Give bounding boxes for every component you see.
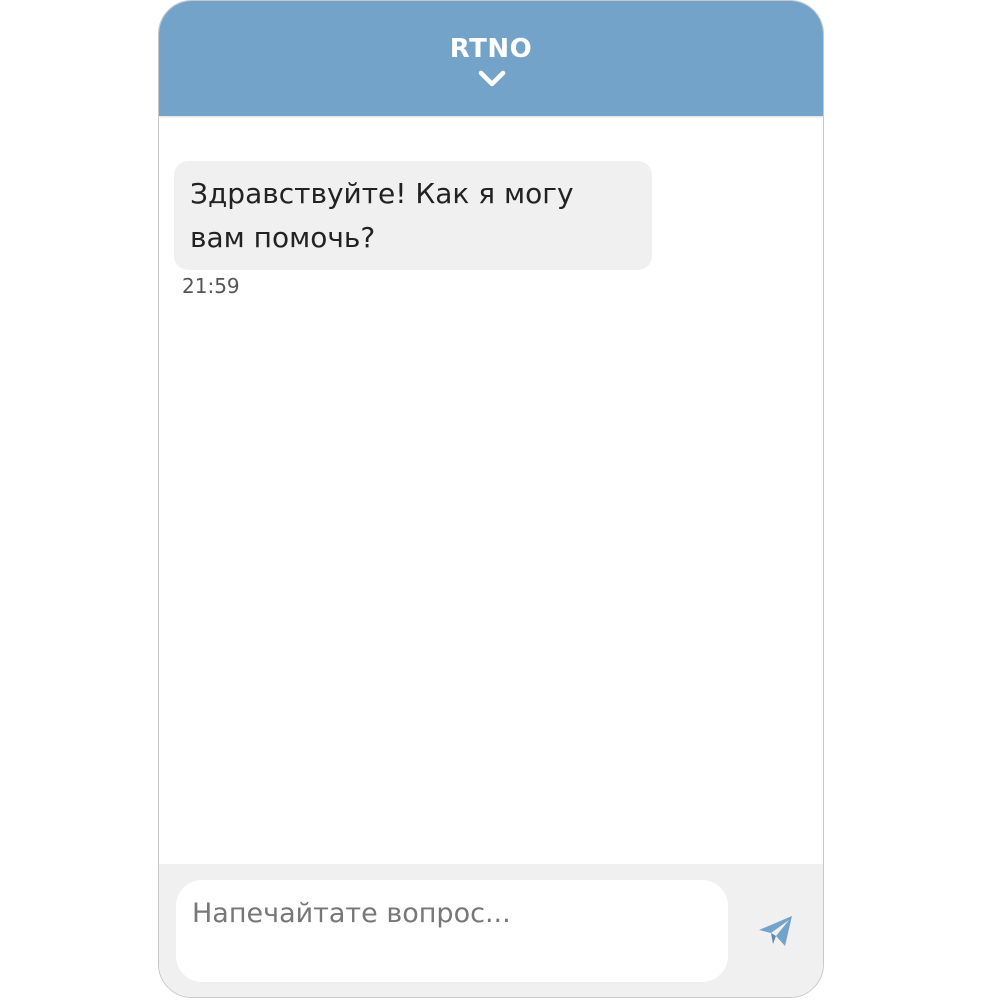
message-list: Здравствуйте! Как я могу вам помочь? 21:… xyxy=(159,116,823,864)
chevron-down-icon xyxy=(478,70,506,87)
collapse-button[interactable] xyxy=(477,69,507,89)
send-plane-icon xyxy=(759,916,792,946)
message-input[interactable] xyxy=(176,880,728,982)
send-button[interactable] xyxy=(756,911,796,951)
brand-logo: RTNO xyxy=(449,34,533,64)
composer-bar xyxy=(159,864,823,997)
bot-message-bubble: Здравствуйте! Как я могу вам помочь? xyxy=(174,161,652,270)
message-timestamp: 21:59 xyxy=(182,274,240,298)
chat-header: RTNO xyxy=(159,1,823,116)
chat-widget: RTNO Здравствуйте! Как я могу вам помочь… xyxy=(158,0,824,998)
